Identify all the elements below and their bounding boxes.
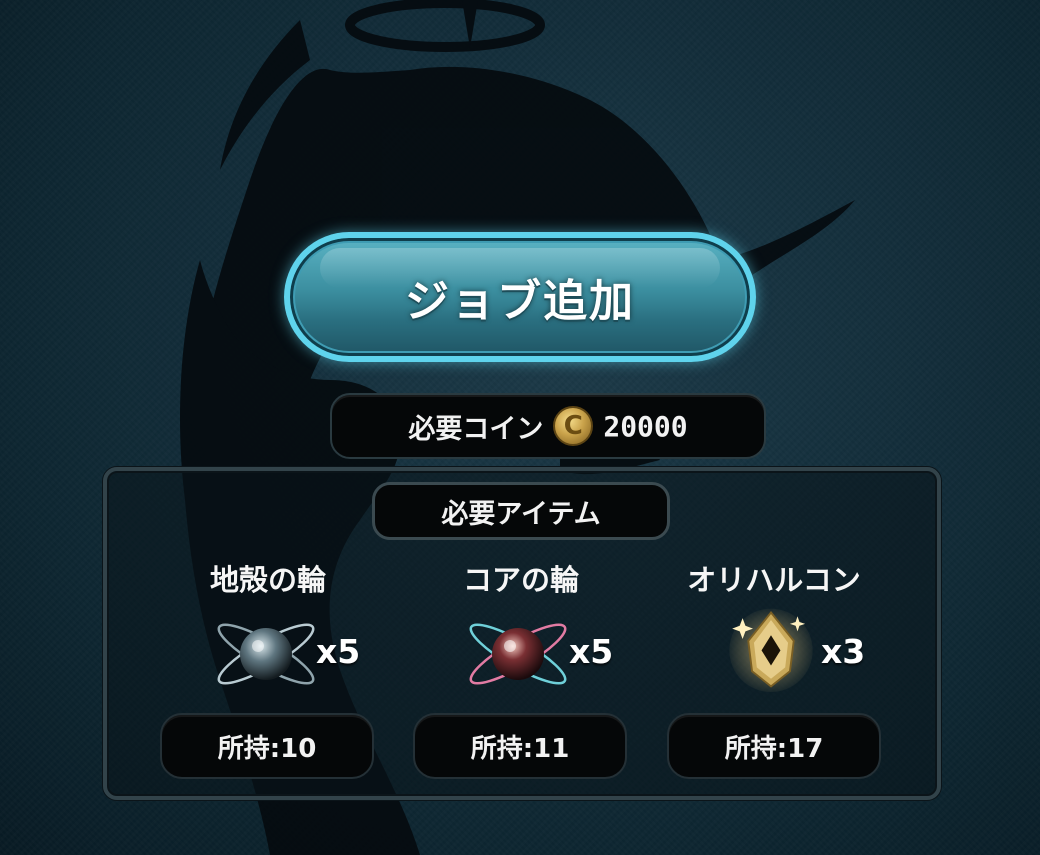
required-items-title: 必要アイテム: [372, 482, 670, 540]
item-name-core-ring: コアの輪: [462, 563, 579, 597]
orichalcum-icon[interactable]: [711, 603, 831, 693]
add-job-button-label: ジョブ追加: [405, 276, 635, 327]
owned-count-crust-ring: 所持:10: [160, 713, 374, 779]
coin-icon: C: [553, 406, 594, 446]
required-coin-bar: 必要コイン C 20000: [330, 393, 766, 459]
required-coin-label: 必要コイン: [408, 413, 544, 445]
owned-count-core-ring: 所持:11: [413, 713, 627, 779]
item-name-crust-ring: 地殻の輪: [209, 563, 326, 597]
crust-ring-icon[interactable]: [208, 608, 328, 698]
required-coin-value: 20000: [603, 409, 688, 443]
owned-count-orichalcum: 所持:17: [667, 713, 881, 779]
item-qty-crust-ring: x5: [316, 632, 361, 671]
add-job-button[interactable]: ジョブ追加: [284, 232, 756, 362]
core-ring-icon[interactable]: [460, 608, 580, 698]
item-qty-core-ring: x5: [569, 632, 614, 671]
item-qty-orichalcum: x3: [821, 632, 866, 671]
item-name-orichalcum: オリハルコン: [687, 563, 861, 597]
